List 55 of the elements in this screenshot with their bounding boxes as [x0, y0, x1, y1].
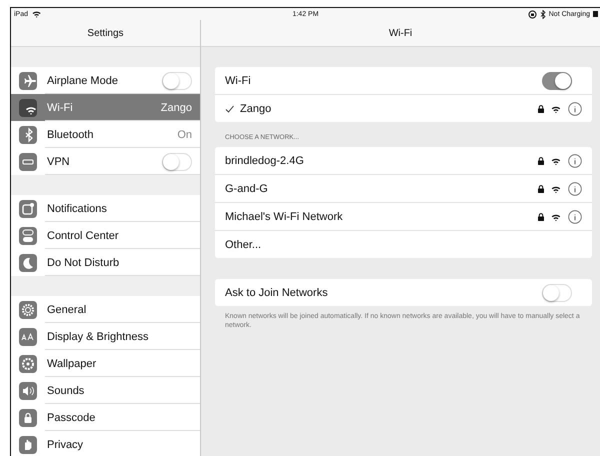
- lock-icon: [538, 184, 544, 192]
- other-network-row[interactable]: Other...: [215, 231, 592, 258]
- setting-label: Wi-Fi: [225, 74, 252, 86]
- item-label: Notifications: [47, 202, 108, 214]
- font-size-icon: [19, 328, 37, 346]
- bluetooth-icon: [540, 10, 546, 18]
- item-label: General: [47, 304, 88, 316]
- item-value: Zango: [160, 102, 192, 114]
- item-label: Do Not Disturb: [47, 256, 120, 268]
- info-icon: [568, 154, 582, 168]
- item-label: Privacy: [47, 438, 84, 450]
- network-name: Zango: [240, 102, 272, 114]
- item-label: Wallpaper: [47, 358, 98, 370]
- network-row[interactable]: Zango: [215, 95, 592, 122]
- airplane-icon: [19, 72, 37, 90]
- lock-icon: [538, 212, 544, 220]
- moon-icon: [19, 254, 37, 272]
- network-name: Michael's Wi-Fi Network: [225, 210, 344, 222]
- item-label: Bluetooth: [47, 128, 94, 140]
- item-label: Sounds: [47, 384, 86, 396]
- wifi-icon: [31, 9, 44, 19]
- info-icon: [568, 182, 582, 196]
- flower-icon: [19, 354, 37, 372]
- network-row[interactable]: brindledog-2.4G: [215, 147, 592, 175]
- toggle-switch[interactable]: [542, 72, 572, 90]
- network-name: brindledog-2.4G: [225, 154, 305, 166]
- battery-icon: [593, 11, 598, 17]
- item-label: Wi-Fi: [47, 102, 74, 114]
- item-label: Control Center: [47, 230, 120, 242]
- item-label: Airplane Mode: [47, 74, 119, 86]
- item-label: Display & Brightness: [47, 330, 150, 342]
- panel-title: Wi-Fi: [201, 20, 600, 47]
- switches-icon: [19, 226, 37, 244]
- item-value: On: [177, 128, 192, 140]
- item-label: VPN: [47, 156, 71, 168]
- lock-icon: [19, 408, 37, 426]
- item-label: Passcode: [47, 412, 96, 424]
- info-icon: [568, 102, 582, 116]
- network-row[interactable]: Michael's Wi-Fi Network: [215, 203, 592, 231]
- settings-item[interactable]: Wi-Fi Zango: [11, 94, 200, 121]
- panel-title: Settings: [11, 20, 200, 47]
- wifi-icon: [19, 98, 37, 116]
- speaker-icon: [19, 382, 37, 400]
- notifications-icon: [19, 200, 37, 218]
- network-row[interactable]: G-and-G: [215, 175, 592, 203]
- lock-icon: [538, 104, 544, 112]
- info-icon: [568, 210, 582, 224]
- gear-icon: [19, 300, 37, 318]
- bluetooth-icon: [19, 126, 37, 144]
- lock-icon: [538, 156, 544, 164]
- hand-icon: [19, 436, 37, 454]
- network-name: Other...: [225, 238, 262, 250]
- network-name: G-and-G: [225, 182, 269, 194]
- setting-label: Ask to Join Networks: [225, 286, 329, 298]
- lock-rotation-icon: [528, 10, 537, 18]
